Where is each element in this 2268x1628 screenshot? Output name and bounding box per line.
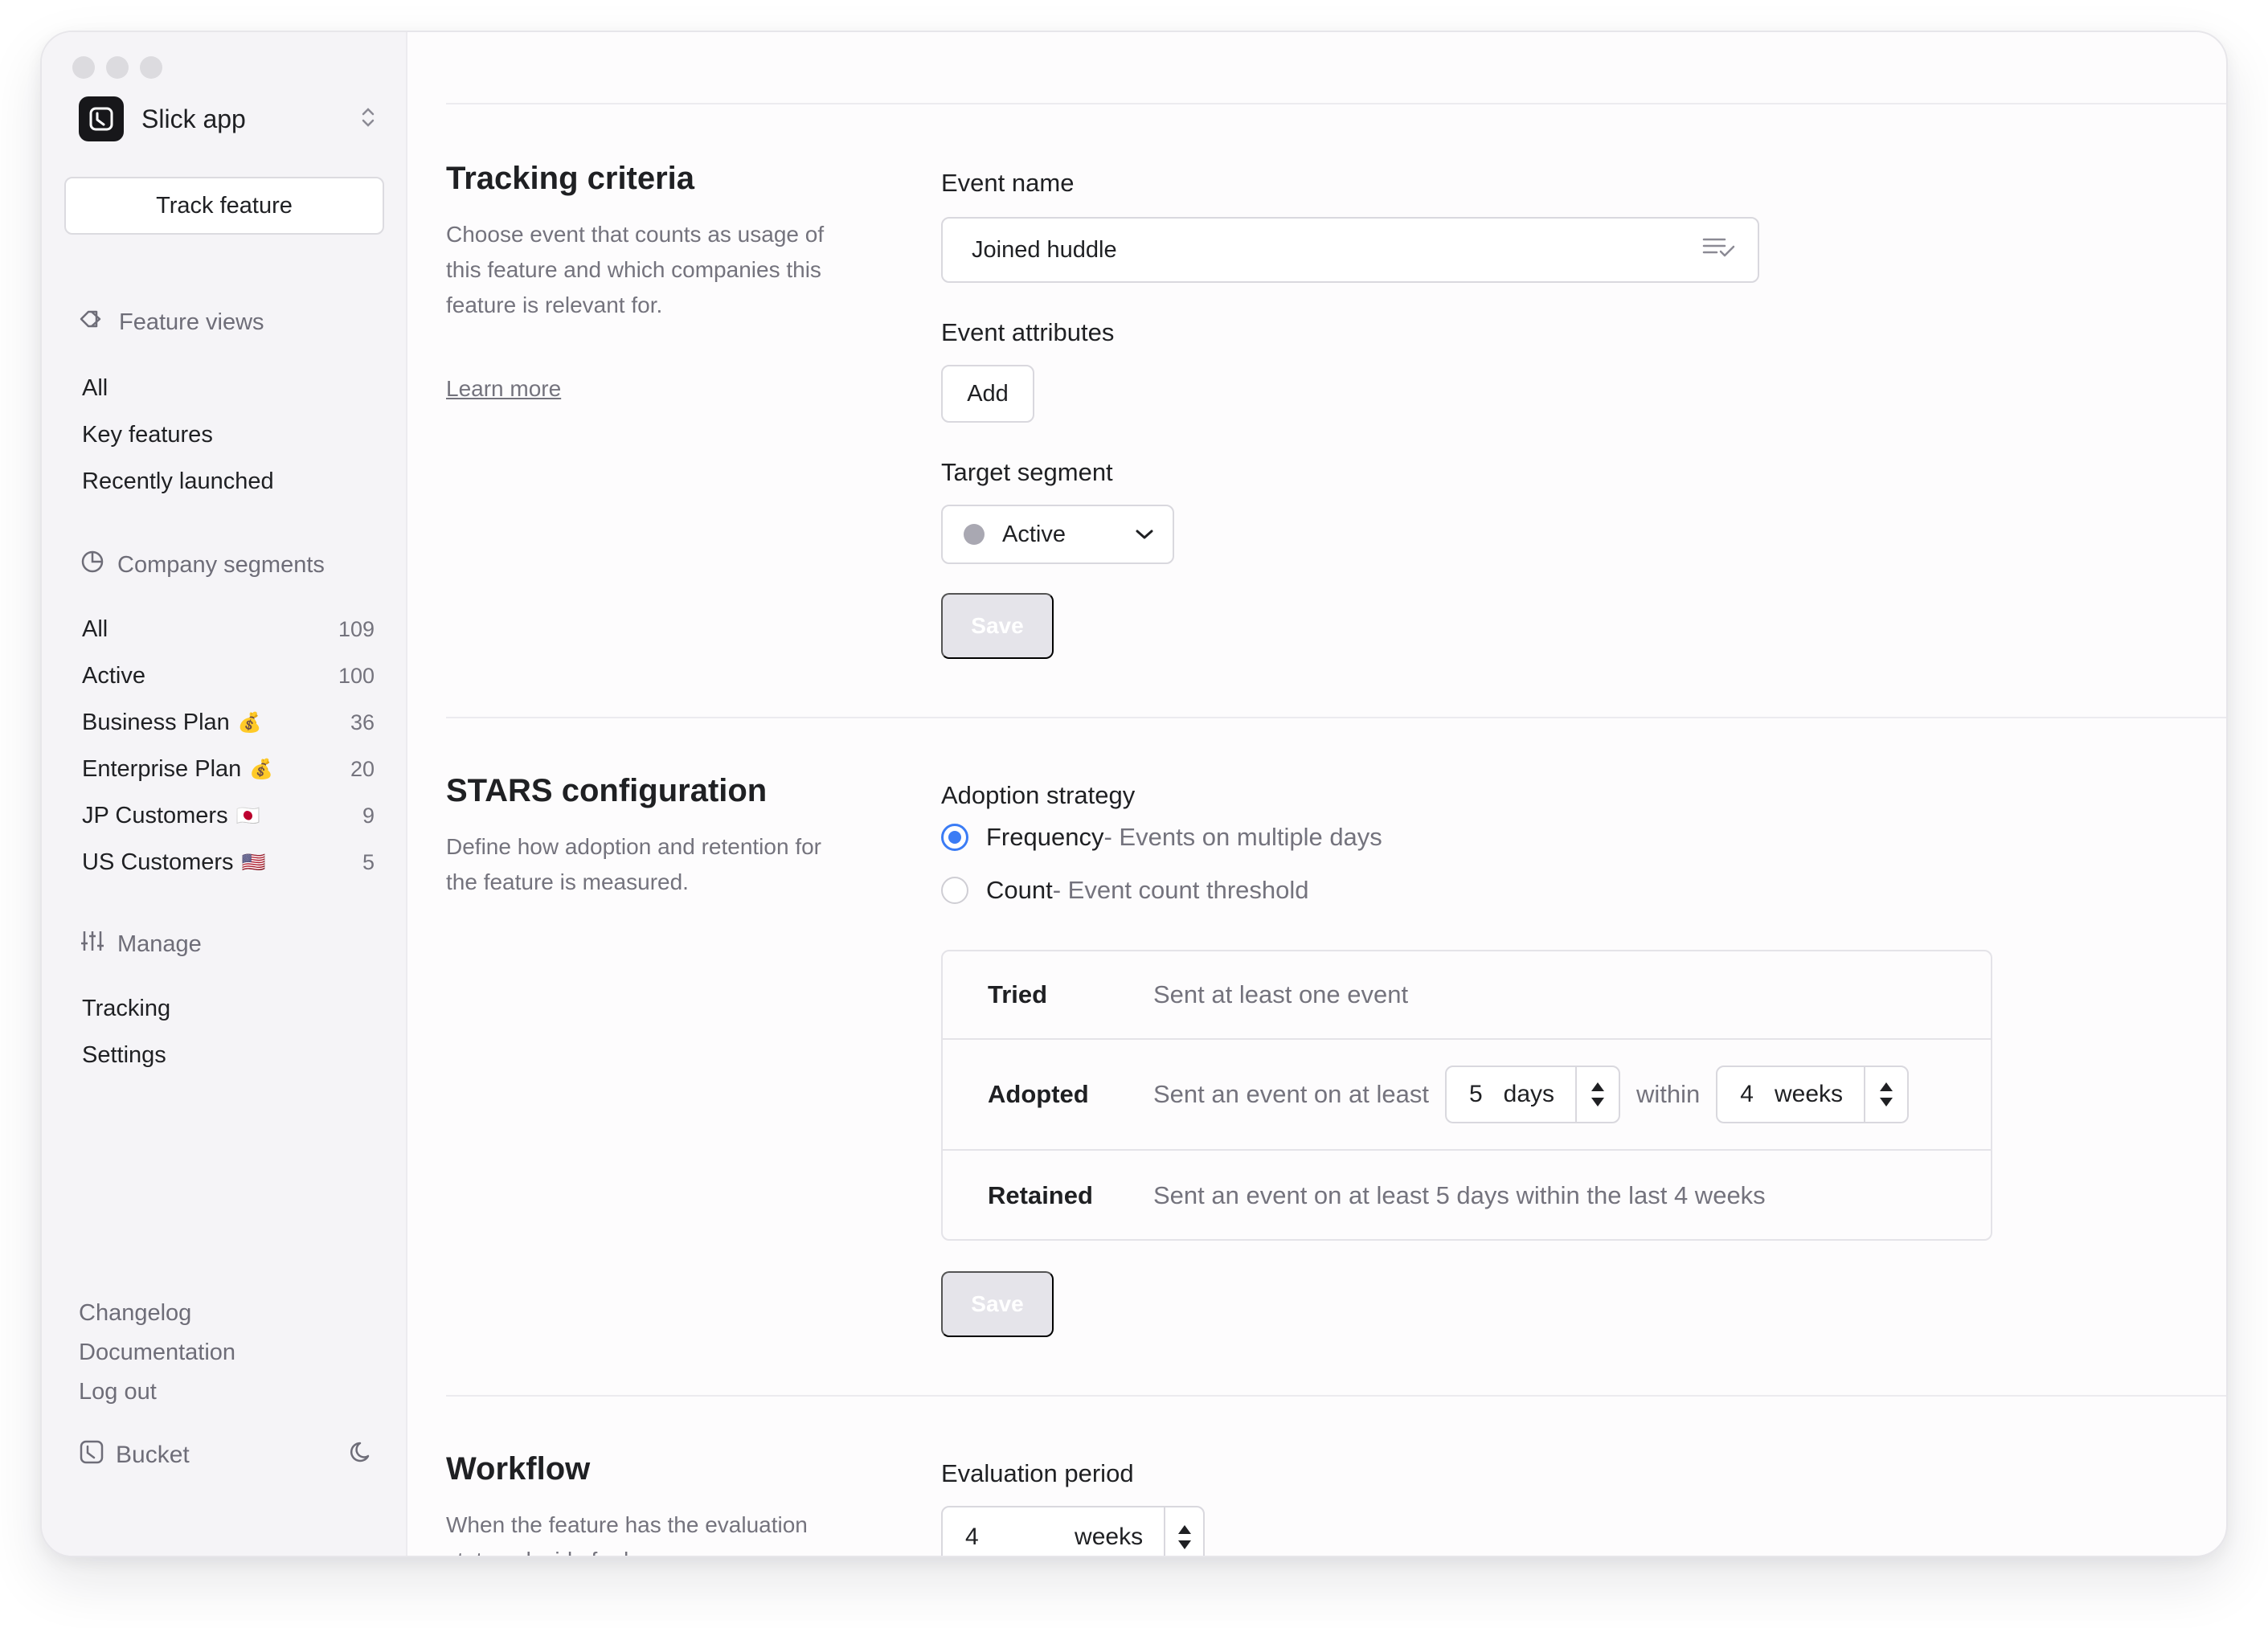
segment-item[interactable]: US Customers 🇺🇸 5: [82, 839, 375, 886]
tag-icon: [79, 307, 108, 337]
save-stars-button[interactable]: Save: [941, 1271, 1054, 1337]
add-attribute-button[interactable]: Add: [941, 365, 1034, 423]
sidebar-item-tracking[interactable]: Tracking: [82, 985, 375, 1032]
bucket-label: Bucket: [116, 1442, 190, 1468]
sidebar: Slick app Track feature Feature views Al…: [42, 32, 407, 1556]
workflow-description: When the feature has the evaluation stat…: [446, 1512, 808, 1556]
divider: [446, 717, 2226, 718]
tracking-criteria-title: Tracking criteria: [446, 161, 695, 196]
divider: [446, 103, 2226, 104]
segment-item[interactable]: All 109: [82, 606, 375, 652]
company-segments-heading: Company segments: [79, 548, 325, 582]
segment-count: 9: [362, 803, 375, 828]
workflow-title: Workflow: [446, 1451, 591, 1487]
company-segments-list: All 109 Active 100 Business Plan 💰 36 En…: [82, 606, 375, 886]
segment-item[interactable]: Business Plan 💰 36: [82, 699, 375, 746]
list-check-icon: [1701, 234, 1737, 266]
window-close-button[interactable]: [72, 56, 95, 79]
segment-dot-icon: [964, 524, 985, 545]
event-name-select[interactable]: Joined huddle: [941, 217, 1759, 283]
target-segment-select[interactable]: Active: [941, 505, 1174, 564]
radio-count[interactable]: Count - Event count threshold: [941, 876, 1309, 905]
increment-arrow-icon[interactable]: [1591, 1082, 1605, 1091]
decrement-arrow-icon[interactable]: [1591, 1098, 1605, 1106]
divider: [446, 1395, 2226, 1397]
chevron-down-icon: [1134, 522, 1155, 548]
segment-count: 100: [338, 663, 375, 688]
evaluation-period-label: Evaluation period: [941, 1459, 1134, 1487]
segment-item[interactable]: Active 100: [82, 652, 375, 699]
manage-list: Tracking Settings: [82, 985, 375, 1078]
window-minimize-button[interactable]: [106, 56, 129, 79]
chevron-up-down-icon[interactable]: [360, 105, 376, 133]
days-stepper[interactable]: 5 days: [1444, 1066, 1621, 1123]
decrement-arrow-icon[interactable]: [1177, 1540, 1191, 1549]
learn-more-link[interactable]: Learn more: [446, 376, 561, 402]
documentation-link[interactable]: Documentation: [79, 1333, 235, 1372]
increment-arrow-icon[interactable]: [1880, 1082, 1893, 1091]
sidebar-item-settings[interactable]: Settings: [82, 1032, 375, 1078]
window-zoom-button[interactable]: [140, 56, 162, 79]
pie-chart-icon: [79, 548, 106, 582]
radio-frequency[interactable]: Frequency - Events on multiple days: [941, 823, 1382, 852]
bucket-logo-icon: [79, 1439, 104, 1471]
table-row-retained: Retained Sent an event on at least 5 day…: [988, 1181, 1766, 1209]
segment-item[interactable]: JP Customers 🇯🇵 9: [82, 792, 375, 839]
segment-count: 36: [350, 710, 375, 734]
table-row-adopted: Adopted Sent an event on at least 5 days…: [943, 1040, 1991, 1149]
app-window: Slick app Track feature Feature views Al…: [40, 31, 2228, 1557]
money-bag-icon: 💰: [249, 758, 274, 780]
increment-arrow-icon[interactable]: [1177, 1525, 1191, 1534]
window-controls: [72, 56, 162, 79]
app-name: Slick app: [141, 104, 246, 133]
weeks-stepper[interactable]: 4 weeks: [1716, 1066, 1910, 1123]
japan-flag-icon: 🇯🇵: [235, 804, 260, 827]
feature-views-list: All Key features Recently launched: [82, 365, 375, 505]
track-feature-button[interactable]: Track feature: [64, 177, 384, 235]
log-out-link[interactable]: Log out: [79, 1372, 235, 1412]
stars-configuration-description: Define how adoption and retention for th…: [446, 834, 821, 894]
sliders-icon: [79, 927, 106, 961]
event-name-value: Joined huddle: [972, 236, 1117, 263]
event-attributes-label: Event attributes: [941, 318, 1115, 346]
target-segment-value: Active: [1002, 521, 1066, 547]
table-row-tried: Tried Sent at least one event: [988, 980, 1409, 1008]
us-flag-icon: 🇺🇸: [241, 851, 266, 873]
stars-configuration-title: STARS configuration: [446, 773, 768, 808]
target-segment-label: Target segment: [941, 458, 1113, 486]
manage-heading: Manage: [79, 927, 202, 961]
radio-selected-icon[interactable]: [941, 824, 968, 851]
sidebar-item-all-features[interactable]: All: [82, 365, 375, 411]
save-tracking-button[interactable]: Save: [941, 593, 1054, 659]
moon-icon[interactable]: [349, 1438, 376, 1472]
evaluation-period-stepper[interactable]: 4 weeks: [941, 1506, 1205, 1556]
sidebar-item-recently-launched[interactable]: Recently launched: [82, 458, 375, 505]
main-content: Tracking criteria Choose event that coun…: [407, 32, 2226, 1556]
adoption-strategy-label: Adoption strategy: [941, 781, 1136, 809]
footer-links: Changelog Documentation Log out: [79, 1294, 235, 1412]
app-switcher[interactable]: Slick app: [79, 96, 376, 141]
changelog-link[interactable]: Changelog: [79, 1294, 235, 1333]
app-logo-icon: [79, 96, 124, 141]
sidebar-item-key-features[interactable]: Key features: [82, 411, 375, 458]
radio-unselected-icon[interactable]: [941, 877, 968, 904]
segment-item[interactable]: Enterprise Plan 💰 20: [82, 746, 375, 792]
segment-count: 5: [362, 849, 375, 874]
money-bag-icon: 💰: [237, 711, 262, 734]
bucket-footer: Bucket: [79, 1438, 376, 1472]
tracking-criteria-description: Choose event that counts as usage of thi…: [446, 222, 825, 317]
segment-count: 109: [338, 616, 375, 641]
stars-table: Tried Sent at least one event Adopted Se…: [941, 950, 1992, 1241]
decrement-arrow-icon[interactable]: [1880, 1098, 1893, 1106]
segment-count: 20: [350, 756, 375, 781]
feature-views-heading: Feature views: [79, 307, 264, 337]
event-name-label: Event name: [941, 169, 1075, 197]
